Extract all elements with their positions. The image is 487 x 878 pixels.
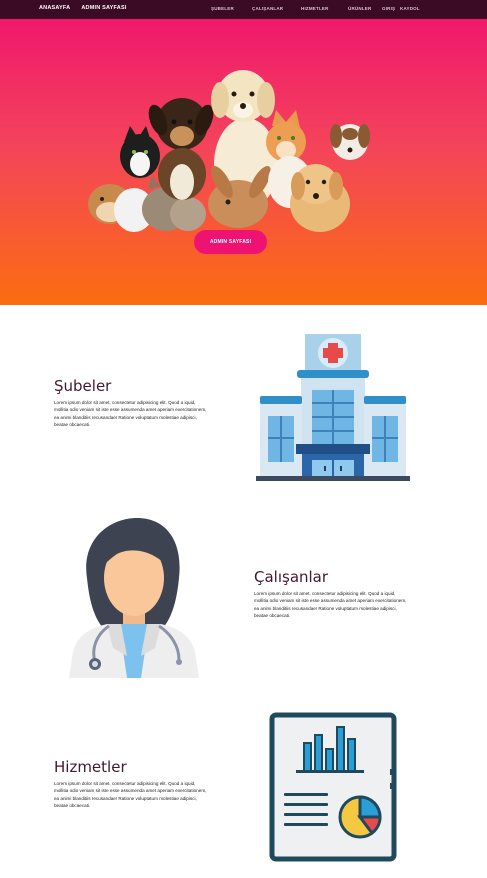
report-icon [269, 712, 397, 862]
nav-item-subeler[interactable]: ŞUBELER [211, 6, 234, 11]
section-title-hizmetler: Hizmetler [54, 758, 127, 776]
hero-banner: ADMIN SAYFASI [0, 19, 487, 305]
section-text-calisanlar: Lorem ipsum dolor sit amet, consectetur … [254, 591, 407, 619]
nav-item-giris[interactable]: GIRIŞ [382, 6, 395, 11]
section-text-hizmetler: Lorem ipsum dolor sit amet, consectetur … [54, 781, 207, 809]
nav-home-link[interactable]: ANASAYFA [39, 5, 70, 11]
nav-item-hizmetler[interactable]: HIZMETLER [301, 6, 329, 11]
section-text-subeler: Lorem ipsum dolor sit amet, consectetur … [54, 400, 207, 428]
nav-item-calisanlar[interactable]: ÇALIŞANLAR [252, 6, 283, 11]
nav-admin-link[interactable]: ADMIN SAYFASI [81, 5, 126, 11]
brand-links: ANASAYFA ADMIN SAYFASI [39, 5, 127, 11]
navbar: ANASAYFA ADMIN SAYFASI ŞUBELER ÇALIŞANLA… [0, 0, 487, 19]
nav-item-urunler[interactable]: ÜRÜNLER [348, 6, 371, 11]
admin-page-button[interactable]: ADMIN SAYFASI [194, 230, 267, 254]
pets-group-image [88, 70, 370, 232]
hospital-icon [256, 334, 410, 481]
nav-item-kaydol[interactable]: KAYDOL [400, 6, 420, 11]
section-title-subeler: Şubeler [54, 377, 112, 395]
section-title-calisanlar: Çalışanlar [254, 568, 329, 586]
doctor-icon [69, 518, 199, 678]
